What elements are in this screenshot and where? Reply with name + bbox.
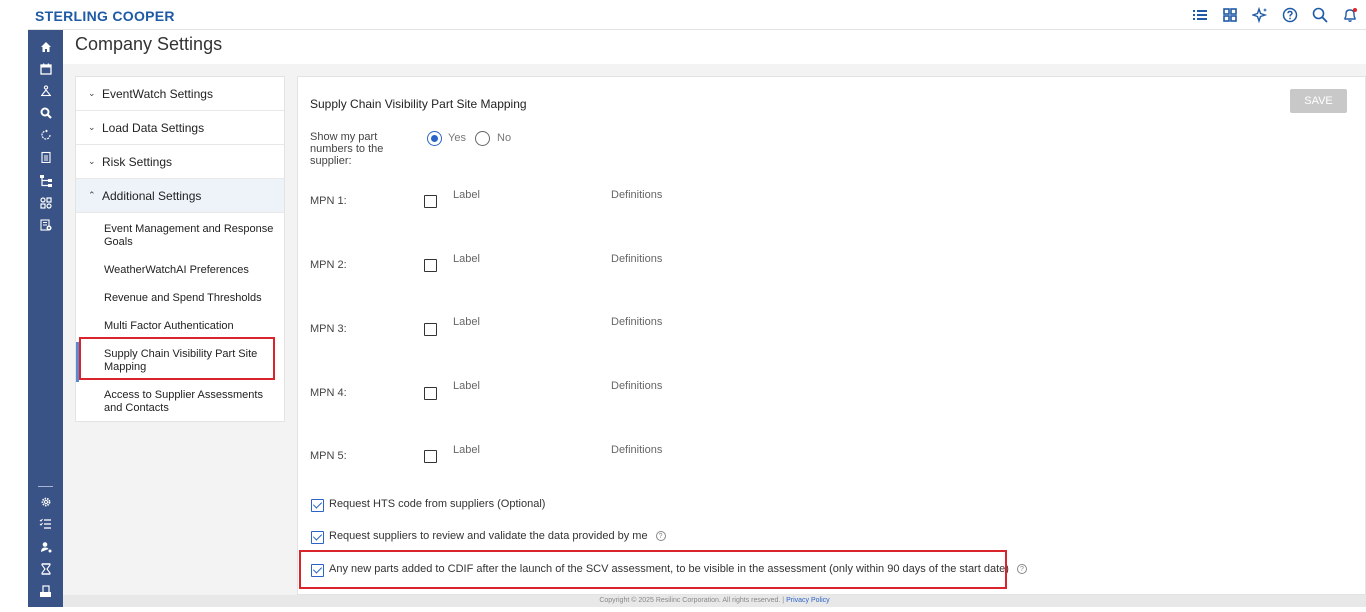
footer: Copyright © 2025 Resilinc Corporation. A…	[63, 595, 1366, 607]
new-parts-visible-label: Any new parts added to CDIF after the la…	[329, 563, 1027, 575]
user-settings-icon[interactable]	[28, 538, 63, 556]
validate-data-checkbox[interactable]	[311, 531, 324, 544]
mpn-label: MPN 1:	[310, 195, 347, 207]
nav-eventwatch-settings[interactable]: ⌄ EventWatch Settings	[76, 77, 284, 111]
calendar-icon[interactable]	[28, 60, 63, 78]
apps-icon[interactable]	[28, 194, 63, 212]
brand-logo[interactable]: STERLING COOPER	[35, 8, 175, 24]
top-bar: STERLING COOPER	[28, 0, 1366, 30]
mpn-checkbox[interactable]	[424, 195, 437, 208]
nav-section-label: Load Data Settings	[102, 120, 205, 135]
sparkle-icon[interactable]	[1250, 5, 1270, 25]
nav-load-data-settings[interactable]: ⌄ Load Data Settings	[76, 111, 284, 145]
hierarchy-icon[interactable]	[28, 171, 63, 189]
mpn-field-label[interactable]: Label	[453, 189, 480, 201]
sidebar-divider	[38, 486, 53, 487]
mpn-field-label[interactable]: Label	[453, 316, 480, 328]
mpn-checkbox[interactable]	[424, 323, 437, 336]
new-parts-visible-checkbox[interactable]	[311, 564, 324, 577]
mpn-definitions[interactable]: Definitions	[611, 316, 662, 328]
nav-item-supplier-assessments[interactable]: Access to Supplier Assessments and Conta…	[76, 389, 276, 415]
list-icon[interactable]	[1190, 5, 1210, 25]
mpn-label: MPN 5:	[310, 450, 347, 462]
yes-radio[interactable]	[427, 131, 442, 146]
show-part-numbers-label: Show my part numbers to the supplier:	[310, 131, 384, 167]
left-gap	[0, 0, 28, 612]
mpn-label: MPN 2:	[310, 259, 347, 271]
chevron-down-icon: ⌄	[88, 122, 96, 132]
mpn-checkbox[interactable]	[424, 450, 437, 463]
building-settings-icon[interactable]	[28, 216, 63, 234]
save-button[interactable]: SAVE	[1290, 89, 1347, 113]
search-icon[interactable]	[28, 104, 63, 122]
hts-code-checkbox[interactable]	[311, 499, 324, 512]
nav-section-label: EventWatch Settings	[102, 86, 213, 101]
chevron-down-icon: ⌄	[88, 88, 96, 98]
nav-item-revenue-thresholds[interactable]: Revenue and Spend Thresholds	[76, 292, 276, 305]
chevron-up-icon: ⌃	[88, 190, 96, 200]
hourglass-icon[interactable]	[28, 560, 63, 578]
grid-icon[interactable]	[1220, 5, 1240, 25]
nav-item-scv-part-site-mapping[interactable]: Supply Chain Visibility Part Site Mappin…	[76, 342, 276, 382]
nav-section-label: Risk Settings	[102, 154, 173, 169]
mpn-definitions[interactable]: Definitions	[611, 444, 662, 456]
hts-code-label: Request HTS code from suppliers (Optiona…	[329, 498, 545, 510]
section-title: Supply Chain Visibility Part Site Mappin…	[310, 97, 527, 111]
nav-risk-settings[interactable]: ⌄ Risk Settings	[76, 145, 284, 179]
yes-radio-label: Yes	[448, 132, 466, 144]
validate-data-label: Request suppliers to review and validate…	[329, 530, 666, 542]
mpn-label: MPN 4:	[310, 387, 347, 399]
nav-section-label: Additional Settings	[102, 188, 202, 203]
nav-item-event-management[interactable]: Event Management and Response Goals	[76, 223, 276, 249]
clipboard-icon[interactable]	[28, 148, 63, 166]
nav-additional-settings[interactable]: ⌃ Additional Settings	[76, 179, 284, 213]
help-icon[interactable]	[1280, 5, 1300, 25]
page-title: Company Settings	[75, 34, 223, 54]
report-icon[interactable]	[28, 582, 63, 600]
option-text: Request HTS code from suppliers (Optiona…	[329, 498, 546, 510]
option-text: Any new parts added to CDIF after the la…	[329, 563, 1009, 575]
privacy-policy-link[interactable]: Privacy Policy	[786, 597, 830, 604]
settings-nav: ⌄ EventWatch Settings ⌄ Load Data Settin…	[75, 76, 285, 422]
home-icon[interactable]	[28, 38, 63, 56]
mpn-label: MPN 3:	[310, 323, 347, 335]
top-icons	[1190, 5, 1360, 25]
no-radio-label: No	[497, 132, 512, 144]
gear-icon[interactable]	[28, 493, 63, 511]
mpn-field-label[interactable]: Label	[453, 253, 480, 265]
mpn-checkbox[interactable]	[424, 387, 437, 400]
mpn-field-label[interactable]: Label	[453, 444, 480, 456]
bell-icon[interactable]	[1340, 5, 1360, 25]
option-text: Request suppliers to review and validate…	[329, 530, 648, 542]
mpn-definitions[interactable]: Definitions	[611, 189, 662, 201]
network-icon[interactable]	[28, 82, 63, 100]
mpn-definitions[interactable]: Definitions	[611, 380, 662, 392]
search-icon[interactable]	[1310, 5, 1330, 25]
nav-item-mfa[interactable]: Multi Factor Authentication	[76, 320, 276, 333]
help-icon[interactable]: ?	[1016, 564, 1027, 575]
nav-item-weatherwatch[interactable]: WeatherWatchAI Preferences	[76, 264, 276, 277]
mpn-field-label[interactable]: Label	[453, 380, 480, 392]
left-sidebar	[28, 30, 63, 607]
mpn-definitions[interactable]: Definitions	[611, 253, 662, 265]
refresh-icon[interactable]	[28, 126, 63, 144]
copyright-text: Copyright © 2025 Resilinc Corporation. A…	[599, 597, 785, 604]
no-radio[interactable]	[475, 131, 490, 146]
mpn-checkbox[interactable]	[424, 259, 437, 272]
settings-form: Supply Chain Visibility Part Site Mappin…	[297, 76, 1366, 595]
help-icon[interactable]: ?	[655, 531, 666, 542]
checklist-icon[interactable]	[28, 515, 63, 533]
content-area: Company Settings ⌄ EventWatch Settings ⌄…	[63, 30, 1366, 595]
chevron-down-icon: ⌄	[88, 156, 96, 166]
